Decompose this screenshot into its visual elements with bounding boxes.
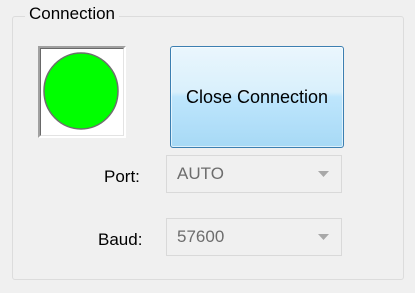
connection-group-title: Connection [25,4,120,24]
baud-dropdown[interactable]: 57600 [166,218,342,256]
chevron-down-icon[interactable] [307,156,341,192]
baud-value: 57600 [177,227,225,246]
close-connection-button[interactable]: Close Connection [170,46,344,148]
port-label: Port: [104,167,140,186]
baud-label: Baud: [98,230,143,249]
port-dropdown[interactable]: AUTO [166,155,342,193]
status-led-icon [43,52,119,130]
port-value: AUTO [177,164,224,183]
chevron-down-icon[interactable] [307,219,341,255]
status-indicator [38,46,126,138]
